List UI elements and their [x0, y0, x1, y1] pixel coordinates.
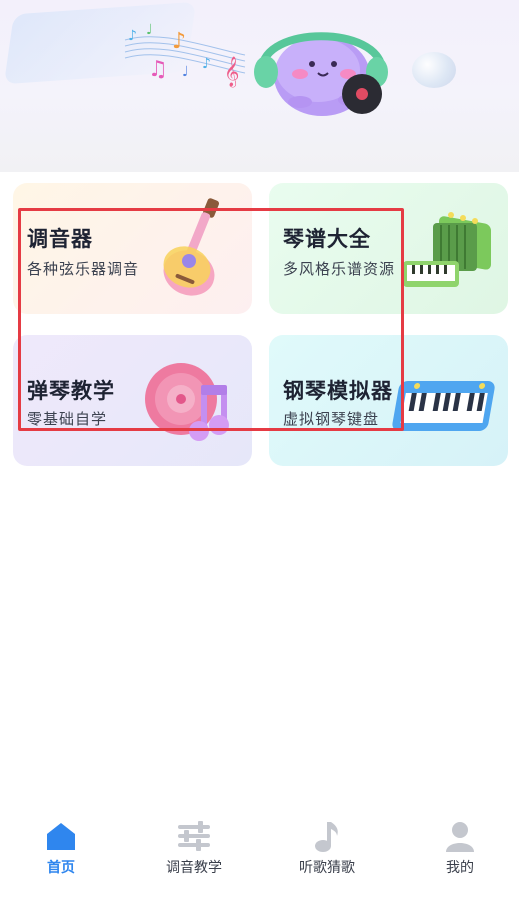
tab-home[interactable]: 首页: [6, 810, 116, 890]
svg-text:♪: ♪: [202, 56, 211, 72]
piano-lessons-card[interactable]: 弹琴教学 零基础自学: [13, 335, 252, 466]
piano-simulator-card[interactable]: 钢琴模拟器 虚拟钢琴键盘: [269, 335, 508, 466]
music-disc-icon: [145, 363, 229, 441]
bottom-tab-bar: 首页 调音教学 听歌猜歌 我的: [0, 810, 519, 903]
piano-keyboard-icon: [392, 381, 495, 431]
tab-label: 调音教学: [166, 860, 222, 876]
card-subtitle: 虚拟钢琴键盘: [283, 410, 380, 428]
svg-text:𝄞: 𝄞: [224, 56, 239, 88]
home-icon: [47, 823, 75, 850]
card-subtitle: 零基础自学: [27, 410, 108, 428]
card-subtitle: 各种弦乐器调音: [27, 260, 140, 278]
card-title: 钢琴模拟器: [283, 379, 393, 403]
card-title: 调音器: [27, 227, 93, 251]
svg-text:♩: ♩: [182, 64, 189, 80]
music-note-icon: [315, 822, 338, 852]
tuner-card[interactable]: 调音器 各种弦乐器调音: [13, 183, 252, 314]
svg-text:♩: ♩: [146, 22, 153, 38]
tab-guess-song[interactable]: 听歌猜歌: [272, 810, 382, 890]
svg-text:♫: ♫: [148, 57, 168, 82]
top-banner: ♪ ♩ ♪ ♫ ♩ ♪ 𝄞: [0, 0, 519, 172]
tab-tuning-lessons[interactable]: 调音教学: [139, 810, 249, 890]
sheet-music-card[interactable]: 琴谱大全 多风格乐谱资源: [269, 183, 508, 314]
tab-label: 我的: [446, 860, 474, 876]
tab-label: 听歌猜歌: [299, 860, 355, 876]
sliders-icon: [178, 821, 210, 851]
svg-text:♪: ♪: [172, 29, 186, 54]
card-title: 琴谱大全: [283, 227, 371, 251]
svg-text:♪: ♪: [128, 28, 137, 44]
tab-mine[interactable]: 我的: [405, 810, 515, 890]
card-subtitle: 多风格乐谱资源: [283, 260, 396, 278]
card-title: 弹琴教学: [27, 379, 115, 403]
guitar-icon: [163, 198, 220, 296]
user-icon: [446, 822, 474, 852]
tab-label: 首页: [47, 860, 75, 876]
banner-illustration: ♪ ♩ ♪ ♫ ♩ ♪ 𝄞: [124, 22, 388, 116]
accordion-icon: [403, 212, 491, 287]
